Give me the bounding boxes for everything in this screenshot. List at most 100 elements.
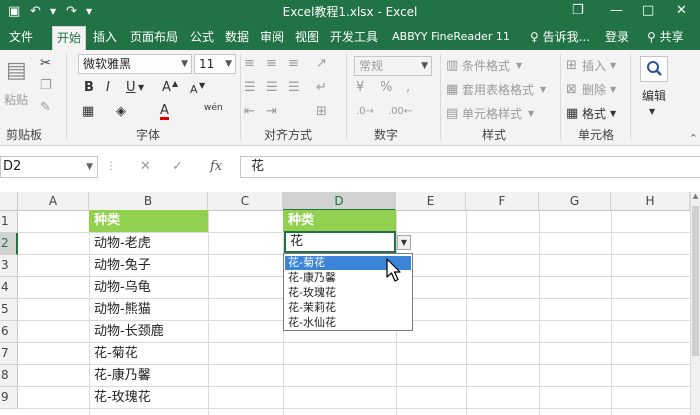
cut-icon[interactable]: ✂	[40, 56, 51, 72]
font-grow-button[interactable]: A	[162, 80, 171, 96]
align-center-icon[interactable]: ☰	[266, 80, 278, 96]
cell-b3[interactable]: 动物-兔子	[89, 255, 208, 277]
formula-input[interactable]: 花	[240, 156, 700, 178]
cell-b9[interactable]: 花-玫瑰花	[89, 387, 208, 409]
tab-view[interactable]: 视图	[291, 24, 323, 50]
align-left-icon[interactable]: ☰	[244, 80, 256, 96]
paste-button[interactable]: 粘贴	[4, 92, 28, 108]
decrease-indent-icon[interactable]: ⇤	[244, 104, 255, 120]
close-button[interactable]: ✕	[676, 2, 687, 20]
list-item[interactable]: 花-玫瑰花	[285, 286, 411, 300]
tab-home[interactable]: 开始	[52, 26, 86, 50]
tab-page-layout[interactable]: 页面布局	[126, 24, 182, 50]
select-all-corner[interactable]	[0, 192, 18, 211]
column-header-d[interactable]: D	[283, 192, 396, 211]
cell-b8[interactable]: 花-康乃馨	[89, 365, 208, 387]
dropdown-arrow-button[interactable]: ▼	[397, 235, 411, 250]
tab-review[interactable]: 审阅	[256, 24, 288, 50]
increase-decimal-icon[interactable]: .0→	[356, 104, 374, 120]
comma-style-icon[interactable]: ,	[406, 80, 410, 96]
cell-b5[interactable]: 动物-熊猫	[89, 299, 208, 321]
font-color-button[interactable]: A	[160, 104, 169, 120]
ribbon-display-options-icon[interactable]: ❐	[572, 2, 584, 20]
insert-cells-button[interactable]: 插入	[582, 58, 606, 74]
row-header[interactable]: 3	[0, 255, 18, 277]
active-cell-d2[interactable]: 花	[284, 231, 396, 253]
tab-data[interactable]: 数据	[221, 24, 253, 50]
accounting-format-icon[interactable]: ¥	[356, 80, 364, 96]
search-button[interactable]	[640, 56, 668, 82]
percent-style-icon[interactable]: %	[380, 80, 392, 96]
scrollbar-thumb[interactable]	[692, 206, 699, 356]
maximize-button[interactable]: □	[642, 2, 654, 20]
align-top-icon[interactable]: ≡	[244, 56, 255, 72]
row-header[interactable]: 5	[0, 299, 18, 321]
format-cells-button[interactable]: 格式	[582, 106, 606, 122]
row-header[interactable]: 6	[0, 321, 18, 343]
copy-icon[interactable]: ❐	[40, 78, 52, 94]
drag-handle-icon[interactable]: ⋮	[106, 158, 116, 176]
list-item[interactable]: 花-茉莉花	[285, 301, 411, 315]
minimize-button[interactable]: —	[610, 2, 623, 20]
tab-insert[interactable]: 插入	[89, 24, 121, 50]
cell-b4[interactable]: 动物-乌龟	[89, 277, 208, 299]
font-name-select[interactable]: 微软雅黑 ▼	[78, 54, 192, 74]
editing-button[interactable]: 编辑	[642, 88, 666, 104]
merge-center-icon[interactable]: ⊞	[316, 104, 327, 120]
conditional-format-button[interactable]: 条件格式	[462, 58, 510, 74]
scroll-up-icon[interactable]: ▲	[691, 192, 700, 200]
column-header-b[interactable]: B	[89, 192, 208, 211]
tab-developer[interactable]: 开发工具	[327, 24, 381, 50]
delete-cells-button[interactable]: 删除	[582, 82, 606, 98]
column-header-e[interactable]: E	[396, 192, 466, 211]
align-middle-icon[interactable]: ≡	[266, 56, 277, 72]
row-header[interactable]: 9	[0, 387, 18, 409]
font-size-select[interactable]: 11 ▼	[194, 54, 236, 74]
login-link[interactable]: 登录	[605, 24, 629, 50]
column-header-f[interactable]: F	[466, 192, 539, 211]
cell-b2[interactable]: 动物-老虎	[89, 233, 208, 255]
tell-me-box[interactable]: ♀ 告诉我...	[530, 24, 590, 50]
row-header[interactable]: 7	[0, 343, 18, 365]
cell-b6[interactable]: 动物-长颈鹿	[89, 321, 208, 343]
column-header-a[interactable]: A	[18, 192, 89, 211]
column-header-c[interactable]: C	[208, 192, 283, 211]
number-format-select[interactable]: 常规 ▼	[354, 56, 432, 76]
tab-abbyy[interactable]: ABBYY FineReader 11	[385, 24, 517, 50]
underline-button[interactable]: U	[126, 80, 136, 96]
cell-styles-button[interactable]: 单元格样式	[462, 106, 522, 122]
wrap-text-icon[interactable]: ↵	[316, 80, 327, 96]
format-painter-icon[interactable]: ✎	[40, 100, 51, 116]
decrease-decimal-icon[interactable]: .00←	[388, 104, 412, 120]
row-header[interactable]: 8	[0, 365, 18, 387]
font-shrink-button[interactable]: A	[190, 82, 198, 98]
row-header[interactable]: 2	[0, 233, 18, 255]
cell-b1[interactable]: 种类	[89, 210, 208, 232]
column-header-g[interactable]: G	[539, 192, 611, 211]
insert-function-icon[interactable]: fx	[210, 158, 222, 176]
share-button[interactable]: ⚲ 共享	[647, 24, 684, 50]
vertical-scrollbar[interactable]: ▲	[690, 192, 700, 415]
align-bottom-icon[interactable]: ≡	[288, 56, 299, 72]
row-header[interactable]: 1	[0, 211, 18, 233]
align-right-icon[interactable]: ☰	[288, 80, 300, 96]
phonetic-guide-button[interactable]: wén	[204, 100, 223, 116]
orientation-icon[interactable]: ↗	[316, 56, 327, 72]
cell-b7[interactable]: 花-菊花	[89, 343, 208, 365]
cancel-icon[interactable]: ✕	[140, 158, 151, 176]
collapse-ribbon-icon[interactable]: ^	[690, 130, 697, 146]
name-box[interactable]: D2 ▼	[0, 156, 98, 178]
cell-d1[interactable]: 种类	[283, 210, 396, 232]
column-header-h[interactable]: H	[611, 192, 690, 211]
italic-button[interactable]: I	[106, 80, 110, 96]
underline-dropdown-icon[interactable]: ▼	[138, 80, 144, 96]
row-header[interactable]: 4	[0, 277, 18, 299]
tab-formulas[interactable]: 公式	[186, 24, 218, 50]
format-as-table-button[interactable]: 套用表格格式	[462, 82, 534, 98]
enter-icon[interactable]: ✓	[172, 158, 183, 176]
bold-button[interactable]: B	[84, 80, 94, 96]
paste-icon[interactable]: ▤	[6, 58, 27, 84]
fill-color-icon[interactable]: ◈	[116, 104, 126, 120]
tab-file[interactable]: 文件	[4, 24, 38, 50]
borders-icon[interactable]: ▦	[82, 104, 94, 120]
